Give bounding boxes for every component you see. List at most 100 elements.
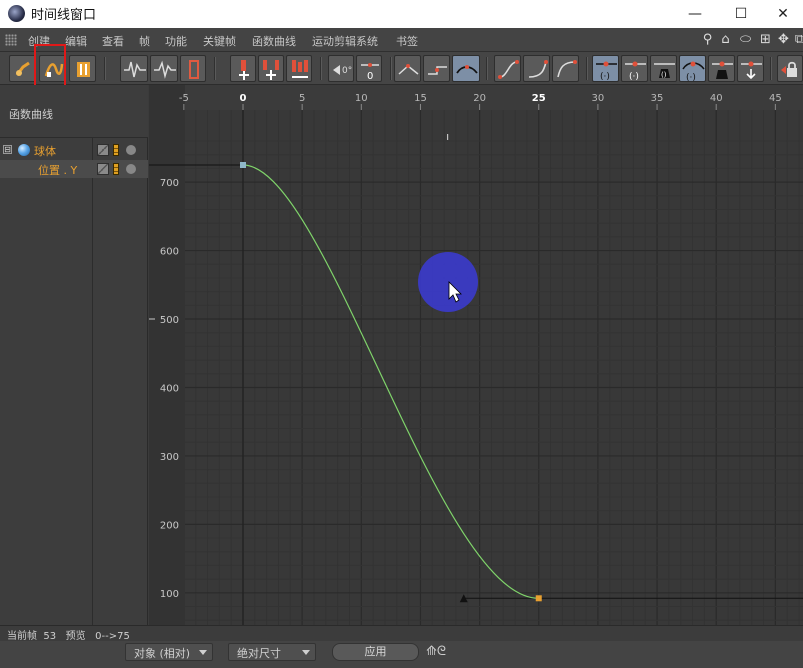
add-keys-button[interactable] xyxy=(258,55,284,82)
coordinate-mode-dropdown[interactable]: 对象 (相对) xyxy=(125,643,213,661)
key-mode-button[interactable] xyxy=(9,55,36,82)
grip-icon[interactable] xyxy=(5,34,17,46)
value-tick-label: 500 xyxy=(160,315,179,326)
lock-tangent-icon: (·) xyxy=(596,61,617,82)
zero-length-button[interactable]: 0 xyxy=(356,55,382,82)
close-button[interactable]: ✕ xyxy=(760,0,803,28)
collapse-toggle-icon[interactable]: ⊟ xyxy=(3,145,12,154)
chevron-down-icon xyxy=(199,650,207,655)
search-icon[interactable]: ⚲ xyxy=(700,32,715,47)
object-tree-panel: 函数曲线 ⊟ 球体 位置 . Y xyxy=(0,85,148,625)
ease-in-button[interactable] xyxy=(523,55,550,82)
panel-header: 函数曲线 xyxy=(0,85,148,138)
menu-motion-clip[interactable]: 运动剪辑系统 xyxy=(312,33,378,49)
minimize-button[interactable]: — xyxy=(672,0,718,28)
add-keys-icon xyxy=(263,60,279,80)
clamp-button[interactable] xyxy=(708,55,735,82)
menu-bar: 创建 编辑 查看 帧 功能 关键帧 函数曲线 运动剪辑系统 书签 ⚲ ⌂ ⬭ ⊞… xyxy=(0,28,803,52)
delete-key-button[interactable] xyxy=(286,55,312,82)
fcurve-graph-canvas[interactable]: -5 0 5 10 15 20 25 30 35 40 45 700 600 500 400 300 200 10… xyxy=(149,85,803,625)
chevron-down-icon xyxy=(302,650,310,655)
step-icon xyxy=(428,66,447,75)
function-curve-mode-button[interactable] xyxy=(39,55,66,82)
move-icon[interactable]: ✥ xyxy=(776,32,791,47)
toolbar: 0° 0 (·) (·) () (·) xyxy=(0,52,803,85)
toolbar-separator xyxy=(104,57,106,80)
time-tick-label: 40 xyxy=(710,93,723,104)
tree-row-sphere[interactable]: ⊟ 球体 xyxy=(0,141,148,159)
apply-button[interactable]: 应用 xyxy=(332,643,419,661)
tree-label-sphere[interactable]: 球体 xyxy=(34,143,56,159)
step-button[interactable] xyxy=(423,55,450,82)
track-button[interactable] xyxy=(180,55,206,82)
curve-mode-icon[interactable] xyxy=(97,163,109,175)
menu-function[interactable]: 功能 xyxy=(165,33,187,49)
enable-dot-icon[interactable] xyxy=(126,145,136,155)
shape-icon[interactable]: ⬭ xyxy=(738,32,753,47)
maximize-button[interactable]: ☐ xyxy=(718,0,764,28)
delete-key-icon xyxy=(292,60,308,78)
panel-title: 函数曲线 xyxy=(9,108,53,121)
ease-in-out-button[interactable] xyxy=(494,55,521,82)
position-y-curve[interactable] xyxy=(242,164,539,599)
menu-create[interactable]: 创建 xyxy=(28,33,50,49)
menu-edit[interactable]: 编辑 xyxy=(65,33,87,49)
menu-view[interactable]: 查看 xyxy=(102,33,124,49)
keyframe-end[interactable] xyxy=(535,595,542,602)
size-mode-dropdown[interactable]: 绝对尺寸 xyxy=(228,643,316,661)
remove-overshoot-button[interactable] xyxy=(737,55,764,82)
ease-in-icon xyxy=(528,60,548,78)
add-key-button[interactable] xyxy=(230,55,256,82)
linear-icon xyxy=(398,64,419,75)
menu-fcurve[interactable]: 函数曲线 xyxy=(252,33,296,49)
lock-key-icon xyxy=(781,61,797,77)
time-tick-label: 35 xyxy=(651,93,664,104)
track-lock-icon[interactable] xyxy=(113,144,119,156)
menu-frame[interactable]: 帧 xyxy=(139,33,150,49)
fcurve-graph[interactable]: -5 0 5 10 15 20 25 30 35 40 45 700 600 500 400 300 200 10… xyxy=(149,85,803,625)
cinema4d-logo-icon xyxy=(8,5,25,22)
status-text: 当前帧 53 预览 0-->75 xyxy=(7,631,130,642)
tree-row-position-y[interactable]: 位置 . Y xyxy=(0,160,148,178)
svg-text:(·): (·) xyxy=(600,72,610,82)
enable-dot-icon[interactable] xyxy=(126,164,136,174)
cursor-highlight xyxy=(418,252,478,312)
lock-weight-icon: () xyxy=(654,63,675,79)
clamp-icon xyxy=(712,61,733,79)
home-icon[interactable]: ⌂ xyxy=(718,32,733,47)
toolbar-separator xyxy=(320,57,322,80)
spline-button[interactable] xyxy=(452,55,480,82)
menu-bookmark[interactable]: 书签 xyxy=(396,33,418,49)
show-tangent-button[interactable] xyxy=(150,55,178,82)
value-tick-label: 100 xyxy=(160,589,179,600)
svg-text:(·): (·) xyxy=(686,73,696,83)
keyframe-start[interactable] xyxy=(240,162,246,168)
timeline-window: 时间线窗口 — ☐ ✕ 创建 编辑 查看 帧 功能 关键帧 函数曲线 运动剪辑系… xyxy=(0,0,803,668)
zero-angle-button[interactable]: 0° xyxy=(328,55,354,82)
break-tangent-button[interactable]: (·) xyxy=(621,55,648,82)
show-curve-button[interactable] xyxy=(120,55,148,82)
tree-label-position-y[interactable]: 位置 . Y xyxy=(38,162,77,178)
key-mode-icon xyxy=(15,61,30,76)
motion-clip-mode-button[interactable] xyxy=(69,55,96,82)
layout-icon[interactable]: ⧉ xyxy=(792,32,803,47)
time-tick-label: 0 xyxy=(240,93,247,104)
auto-tangent-button[interactable]: (·) xyxy=(679,55,706,83)
ease-out-button[interactable] xyxy=(552,55,579,82)
window-title: 时间线窗口 xyxy=(31,8,97,23)
menu-keyframe[interactable]: 关键帧 xyxy=(203,33,236,49)
time-tick-label: 15 xyxy=(414,93,427,104)
column-divider[interactable] xyxy=(92,138,93,625)
value-tick-label: 700 xyxy=(160,178,179,189)
snap-icon[interactable]: ⟰ᘓ xyxy=(426,643,462,661)
frame-icon[interactable]: ⊞ xyxy=(758,32,773,47)
lock-key-button[interactable] xyxy=(777,55,803,82)
track-lock-icon[interactable] xyxy=(113,163,119,175)
svg-text:(·): (·) xyxy=(629,72,639,82)
status-bar: 当前帧 53 预览 0-->75 xyxy=(0,625,803,642)
curve-mode-icon[interactable] xyxy=(97,144,109,156)
lock-tangent-button[interactable]: (·) xyxy=(592,55,619,82)
lock-weight-button[interactable]: () xyxy=(650,55,677,82)
svg-text:0: 0 xyxy=(367,71,373,82)
linear-button[interactable] xyxy=(394,55,421,82)
